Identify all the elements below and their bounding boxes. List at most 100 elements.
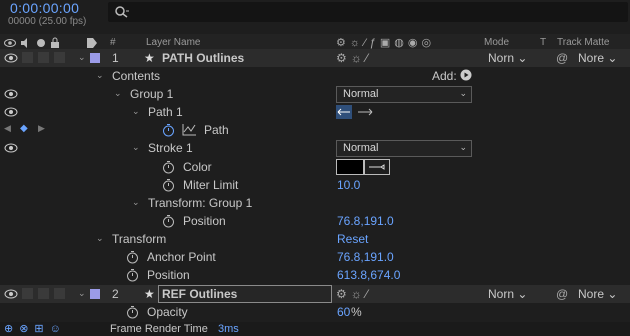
fps-readout: 00000 (25.00 fps) [8, 16, 87, 27]
transform-group-row[interactable]: ⌄ Transform: Group 1 [0, 194, 630, 212]
chevron-down-icon[interactable]: ⌄ [78, 52, 88, 62]
stopwatch-icon[interactable] [126, 268, 139, 282]
path-label: Path [204, 123, 229, 137]
position-label: Position [147, 268, 190, 282]
render-time-label: Frame Render Time [110, 323, 208, 335]
layer-row-2[interactable]: ⌄ 2 ★ REF Outlines ⚙☼⁄ Norn ⌄ @ Nore ⌄ [0, 285, 630, 303]
chevron-down-icon[interactable]: ⌄ [96, 70, 106, 80]
transform-label: Transform [112, 232, 167, 246]
label-tag-icon[interactable] [86, 37, 98, 48]
search-icon [115, 6, 129, 18]
layer-name[interactable]: PATH Outlines [162, 51, 244, 65]
track-matte-dropdown[interactable]: Nore ⌄ [578, 287, 617, 301]
solo-switch[interactable] [38, 52, 49, 63]
path1-row[interactable]: ⌄ Path 1 [0, 103, 630, 121]
audio-icon[interactable] [20, 38, 32, 48]
chevron-down-icon[interactable]: ⌄ [96, 233, 106, 243]
layer-row-1[interactable]: ⌄ 1 ★ PATH Outlines ⚙☼⁄ Norn ⌄ @ Nore ⌄ [0, 49, 630, 67]
eye-icon[interactable] [4, 106, 18, 118]
layer-name-field[interactable]: REF Outlines [158, 285, 332, 303]
path-direction-icon[interactable] [336, 105, 376, 119]
keyframe-diamond-icon[interactable]: ◆ [20, 123, 28, 134]
opacity-row[interactable]: Opacity 60 % [0, 303, 630, 321]
path-property-row[interactable]: ◀ ◆ ▶ Path [0, 121, 630, 139]
group1-blend-dropdown[interactable]: Normal ⌄ [336, 86, 472, 103]
lock-switch[interactable] [54, 288, 65, 299]
solo-switch[interactable] [38, 288, 49, 299]
track-matte-dropdown[interactable]: Nore ⌄ [578, 51, 617, 65]
keyframe-next-icon[interactable]: ▶ [38, 123, 45, 134]
group-position-row[interactable]: Position 76.8,191.0 [0, 212, 630, 230]
stopwatch-icon[interactable] [126, 250, 139, 264]
chevron-down-icon[interactable]: ⌄ [132, 197, 142, 207]
eye-icon[interactable] [4, 38, 16, 48]
miter-limit-row[interactable]: Miter Limit 10.0 [0, 176, 630, 194]
group1-row[interactable]: ⌄ Group 1 Normal ⌄ [0, 85, 630, 103]
solo-icon[interactable] [36, 38, 46, 48]
status-bar: ⊕⊗⊞☺ Frame Render Time 3ms [0, 322, 630, 336]
timeline-toggle-icons[interactable]: ⊕⊗⊞☺ [4, 322, 67, 335]
audio-switch[interactable] [22, 52, 33, 63]
group-position-label: Position [183, 214, 226, 228]
stopwatch-icon[interactable] [162, 178, 175, 192]
path1-label: Path 1 [148, 105, 183, 119]
column-number: # [110, 37, 116, 48]
spiral-icon[interactable]: @ [556, 51, 568, 65]
group1-label: Group 1 [130, 87, 174, 101]
layer-switches[interactable]: ⚙☼⁄ [336, 287, 372, 301]
position-row[interactable]: Position 613.8,674.0 [0, 266, 630, 284]
timecode[interactable]: 0:00:00:00 [10, 0, 79, 16]
add-label: Add: [432, 69, 457, 83]
eye-icon[interactable] [4, 142, 18, 154]
chevron-down-icon[interactable]: ⌄ [78, 288, 88, 298]
render-time-value: 3ms [218, 323, 239, 335]
eye-icon[interactable] [4, 88, 18, 100]
anchor-point-row[interactable]: Anchor Point 76.8,191.0 [0, 248, 630, 266]
opacity-label: Opacity [147, 305, 188, 319]
stopwatch-icon[interactable] [162, 123, 175, 137]
miter-limit-value[interactable]: 10.0 [337, 178, 360, 192]
stopwatch-icon[interactable] [162, 160, 175, 174]
lock-switch[interactable] [54, 52, 65, 63]
layer-switches[interactable]: ⚙☼⁄ [336, 51, 372, 65]
opacity-value[interactable]: 60 [337, 305, 350, 319]
stroke1-label: Stroke 1 [148, 141, 193, 155]
stopwatch-icon[interactable] [162, 214, 175, 228]
color-swatch[interactable] [336, 159, 364, 175]
color-row[interactable]: Color [0, 158, 630, 176]
stroke1-blend-dropdown[interactable]: Normal ⌄ [336, 140, 472, 157]
chevron-down-icon[interactable]: ⌄ [132, 142, 142, 152]
chevron-down-icon[interactable]: ⌄ [114, 88, 124, 98]
column-t: T [540, 37, 547, 48]
reset-link[interactable]: Reset [337, 232, 368, 246]
add-play-icon[interactable] [460, 69, 472, 81]
anchor-point-value[interactable]: 76.8,191.0 [337, 250, 394, 264]
keyframe-prev-icon[interactable]: ◀ [4, 123, 11, 134]
group-position-value[interactable]: 76.8,191.0 [337, 214, 394, 228]
mode-dropdown[interactable]: Norn ⌄ [488, 51, 527, 65]
label-color-swatch[interactable] [90, 289, 100, 299]
search-input[interactable] [108, 2, 628, 22]
spiral-icon[interactable]: @ [556, 287, 568, 301]
label-color-swatch[interactable] [90, 53, 100, 63]
position-value[interactable]: 613.8,674.0 [337, 268, 400, 282]
eyedropper-icon[interactable] [364, 159, 390, 175]
contents-row[interactable]: ⌄ Contents Add: [0, 67, 630, 85]
lock-icon[interactable] [50, 37, 60, 48]
chevron-down-icon[interactable]: ⌄ [132, 106, 142, 116]
column-mode: Mode [484, 37, 510, 48]
stroke1-row[interactable]: ⌄ Stroke 1 Normal ⌄ [0, 139, 630, 157]
stopwatch-icon[interactable] [126, 305, 139, 319]
star-icon: ★ [144, 287, 155, 301]
graph-icon[interactable] [182, 124, 196, 136]
eye-icon[interactable] [4, 288, 18, 300]
audio-switch[interactable] [22, 288, 33, 299]
layer-number: 2 [112, 287, 119, 301]
layer-name[interactable]: REF Outlines [162, 287, 237, 301]
transform-row[interactable]: ⌄ Transform Reset [0, 230, 630, 248]
eye-icon[interactable] [4, 52, 18, 64]
switches-icons[interactable]: ⚙☼⁄ƒ▣◍◉◎ [336, 36, 435, 49]
mode-dropdown[interactable]: Norn ⌄ [488, 287, 527, 301]
column-layer-name[interactable]: Layer Name [146, 37, 200, 48]
contents-label: Contents [112, 69, 161, 83]
